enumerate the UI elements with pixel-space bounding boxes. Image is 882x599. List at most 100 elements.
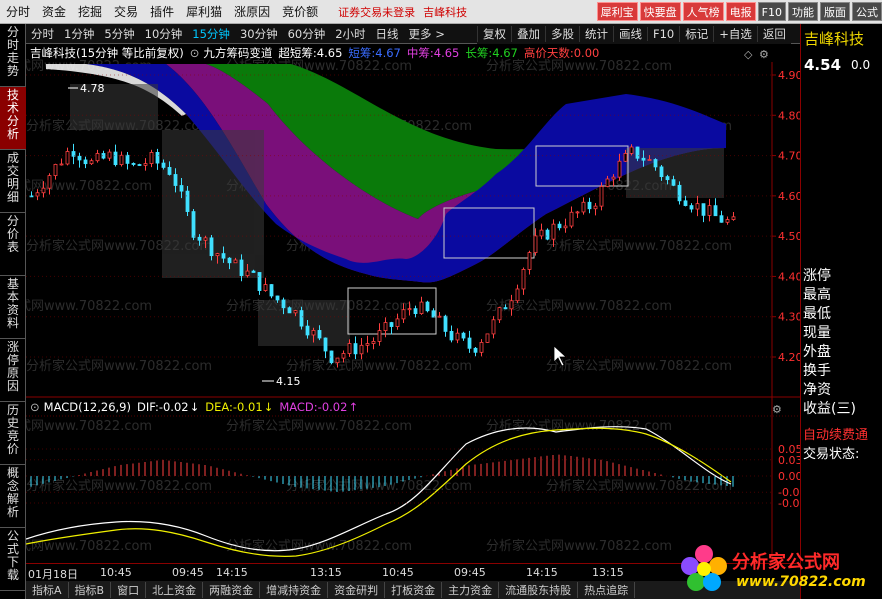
candle-body: [527, 252, 532, 270]
main-chart[interactable]: 分析家公式网www.70822.com 分析家公式网www.70822.com 分析…: [26, 44, 800, 563]
bottom-tab[interactable]: 资金研判: [328, 582, 386, 598]
watermark-text: 分析家公式网www.70822.com: [486, 58, 672, 74]
period-tab[interactable]: 10分钟: [140, 26, 188, 42]
bottom-tab[interactable]: 指标B: [69, 582, 112, 598]
candle-body: [479, 342, 484, 353]
quote-panel: 吉峰科技 4.54 0.0 涨停 最高 最低 现量 外盘 换手 净资 收益(三) 自动续费通 …: [800, 24, 882, 599]
toolbar-button[interactable]: 返回: [756, 26, 791, 42]
candle-body: [467, 337, 472, 349]
period-tab[interactable]: 2小时: [330, 26, 370, 42]
candle-body: [545, 229, 550, 240]
candle-body: [707, 205, 712, 216]
side-tab[interactable]: 公式下载: [0, 528, 26, 591]
menu-item[interactable]: 分时: [0, 0, 36, 24]
side-tab[interactable]: 概念解析: [0, 465, 26, 528]
site-logo: 分析家公式网 www.70822.com: [676, 540, 882, 599]
macd-name[interactable]: MACD(12,26,9): [44, 400, 131, 414]
bottom-tab[interactable]: 增减持资金: [260, 582, 329, 598]
menu-item[interactable]: 挖掘: [72, 0, 108, 24]
period-tab[interactable]: 60分钟: [283, 26, 331, 42]
bottom-tab[interactable]: 北上资金: [146, 582, 204, 598]
candle-body: [95, 153, 100, 162]
period-tab[interactable]: 15分钟: [187, 26, 235, 42]
candle-body: [353, 343, 358, 355]
side-tab[interactable]: 分价表: [0, 213, 26, 276]
period-tab[interactable]: 分时: [26, 26, 59, 42]
candle-body: [473, 347, 478, 353]
candle-body: [569, 211, 574, 227]
quick-button[interactable]: 快要盘: [639, 2, 681, 21]
side-tab[interactable]: 历史竞价: [0, 402, 26, 465]
candle-body: [221, 253, 226, 259]
menu-item[interactable]: 插件: [144, 0, 180, 24]
period-tab[interactable]: 更多 >: [404, 26, 450, 42]
candle-body: [257, 272, 262, 291]
quick-button[interactable]: 犀利宝: [596, 2, 638, 21]
toolbar-button[interactable]: 标记: [679, 26, 713, 42]
period-tab[interactable]: 5分钟: [99, 26, 139, 42]
candle-body: [515, 288, 520, 302]
candle-body: [641, 157, 646, 161]
toolbar-button[interactable]: 叠加: [511, 26, 545, 42]
period-tab[interactable]: 日线: [371, 26, 404, 42]
bottom-tab[interactable]: 流通股东持股: [499, 582, 579, 598]
period-tab[interactable]: 1分钟: [59, 26, 99, 42]
trade-status: 交易状态:: [803, 447, 860, 462]
period-tab[interactable]: 30分钟: [235, 26, 283, 42]
candle-body: [89, 160, 94, 165]
quick-button[interactable]: 公式: [852, 2, 882, 21]
bottom-tab[interactable]: 主力资金: [442, 582, 500, 598]
settings-gear-icon[interactable]: ⚙: [759, 48, 769, 61]
candle-body: [611, 176, 616, 180]
candle-body: [503, 307, 508, 310]
menu-item[interactable]: 犀利猫: [180, 0, 228, 24]
bottom-tab[interactable]: 两融资金: [203, 582, 261, 598]
menu-item[interactable]: 竞价额: [276, 0, 324, 24]
side-tab[interactable]: 技术分析: [0, 87, 26, 150]
login-status[interactable]: 证券交易未登录: [338, 4, 415, 20]
candle-body: [719, 215, 724, 223]
toolbar-button[interactable]: 多股: [545, 26, 579, 42]
candle-body: [431, 310, 436, 318]
auto-renew-link[interactable]: 自动续费通: [803, 424, 881, 443]
side-tab[interactable]: 基本资料: [0, 276, 26, 339]
menu-item[interactable]: 涨原因: [228, 0, 276, 24]
toolbar-button[interactable]: +自选: [713, 26, 757, 42]
quick-button[interactable]: F10: [757, 2, 786, 21]
bottom-tab[interactable]: 热点追踪: [578, 582, 636, 598]
price-tick-label: 4.30: [778, 311, 800, 324]
candle-body: [377, 330, 382, 342]
candle-body: [731, 216, 736, 220]
diamond-icon[interactable]: ◇: [744, 48, 753, 61]
logo-title: 分析家公式网: [732, 552, 840, 573]
candle-body: [635, 146, 640, 159]
quick-button[interactable]: 功能: [788, 2, 818, 21]
toolbar-button[interactable]: F10: [647, 27, 679, 41]
side-tab[interactable]: 成交明细: [0, 150, 26, 213]
bottom-tab[interactable]: 窗口: [111, 582, 147, 598]
toolbar-button[interactable]: 统计: [579, 26, 613, 42]
candle-body: [263, 284, 268, 291]
toolbar-button[interactable]: 复权: [477, 26, 511, 42]
side-tab[interactable]: 涨停原因: [0, 339, 26, 402]
toolbar-button[interactable]: 画线: [613, 26, 647, 42]
bottom-tab[interactable]: 指标A: [26, 582, 69, 598]
quick-button[interactable]: 人气榜: [682, 2, 724, 21]
candle-body: [83, 159, 88, 165]
quick-button[interactable]: 电报: [725, 2, 756, 21]
macd-toggle-icon[interactable]: ⊙: [30, 400, 40, 414]
candle-body: [185, 190, 190, 212]
candle-body: [653, 159, 658, 168]
time-label: 10:45: [382, 566, 414, 579]
candle-body: [659, 166, 664, 178]
side-tab[interactable]: 分时走势: [0, 24, 26, 87]
bottom-tab[interactable]: 打板资金: [385, 582, 443, 598]
quote-field-label: 最高: [803, 287, 831, 303]
candle-body: [119, 154, 124, 166]
candle-body: [443, 315, 448, 332]
menu-item[interactable]: 资金: [36, 0, 72, 24]
candle-body: [647, 159, 652, 161]
menu-item[interactable]: 交易: [108, 0, 144, 24]
quick-button[interactable]: 版面: [820, 2, 850, 21]
chart-toolbar: 复权 叠加 多股 统计 画线 F10 标记 +自选 返回: [477, 24, 791, 44]
